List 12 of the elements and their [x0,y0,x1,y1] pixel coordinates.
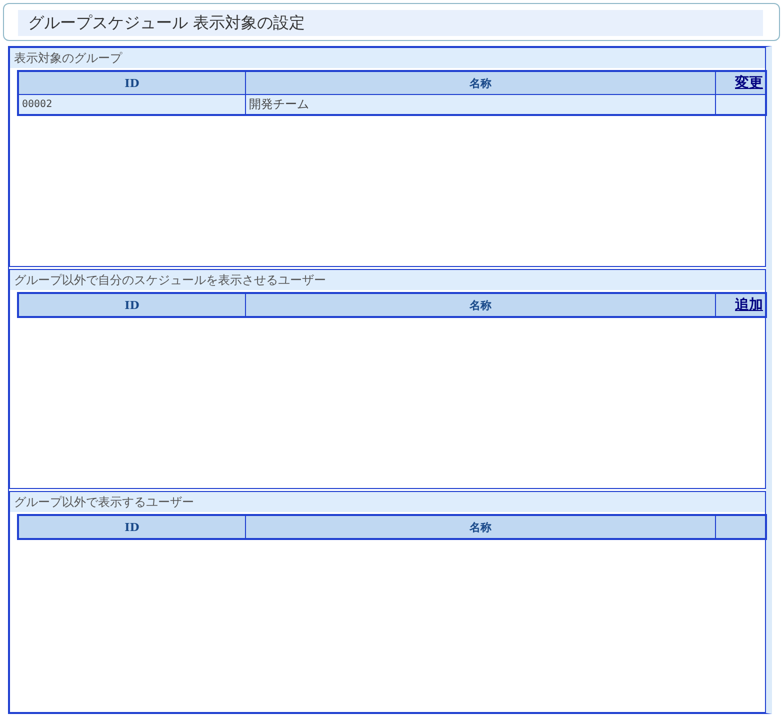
column-header: ID [18,515,246,539]
column-header: 名称 [246,71,716,94]
table-cell: 開発チーム [246,94,716,115]
table-cell: 00002 [18,94,246,115]
column-header: 名称 [246,293,716,317]
section-heading: 表示対象のグループ [10,48,765,68]
column-header: ID [18,71,246,94]
page-title: グループスケジュール 表示対象の設定 [18,10,763,36]
column-header: 名称 [246,515,716,539]
section-heading: グループ以外で表示するユーザー [10,492,765,512]
section-heading: グループ以外で自分のスケジュールを表示させるユーザー [10,270,765,290]
column-header: ID [18,293,246,317]
